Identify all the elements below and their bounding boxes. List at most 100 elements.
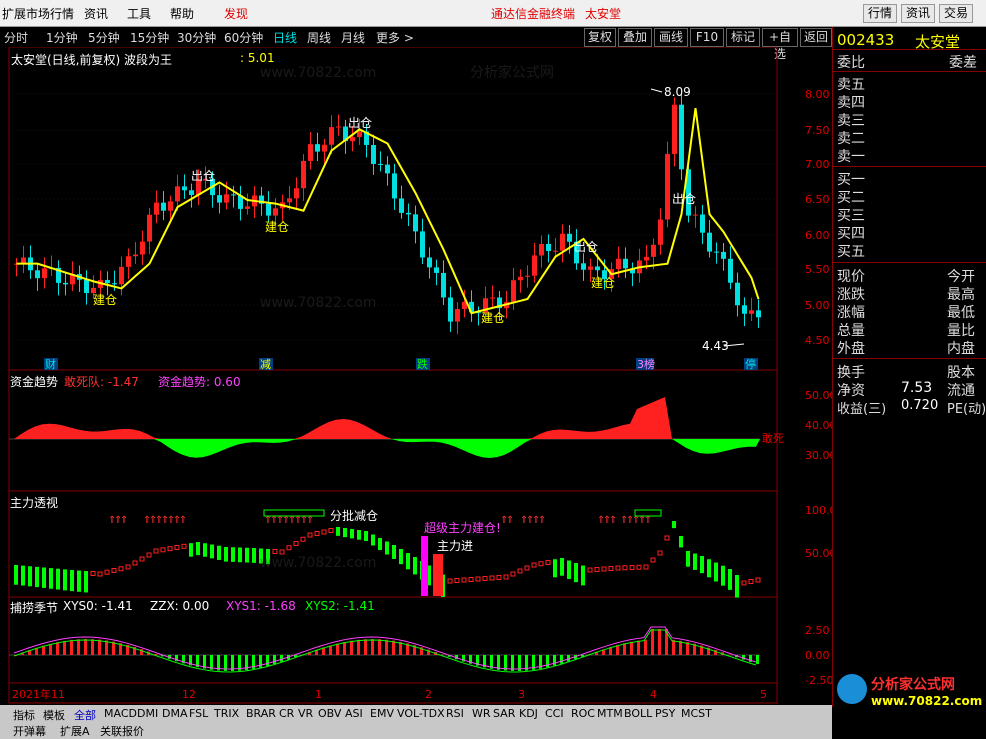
ind-tab[interactable]: VOL-TDX — [397, 707, 445, 720]
bottom-tab[interactable]: 开弹幕 — [13, 723, 46, 739]
ind-tab[interactable]: CR — [279, 707, 294, 720]
btn-quote[interactable]: 行情 — [863, 4, 897, 23]
main-force-bar — [279, 549, 285, 555]
ind-tab[interactable]: DMA — [162, 707, 188, 720]
tab-month[interactable]: 月线 — [341, 29, 365, 46]
season-bar — [623, 643, 626, 655]
main-force-bar — [622, 565, 628, 571]
date-tick: 2 — [425, 688, 432, 701]
ind-tab[interactable]: 模板 — [43, 707, 65, 723]
annot-jiancang: 建仓 — [93, 293, 117, 307]
ind-tab[interactable]: CCI — [545, 707, 564, 720]
ind-tab[interactable]: WR — [472, 707, 491, 720]
stat-label: 最高 — [947, 287, 975, 303]
main-force-bar — [413, 557, 417, 575]
main-force-bar — [664, 535, 670, 541]
ind-tab[interactable]: RSI — [446, 707, 464, 720]
candle-body — [672, 104, 677, 154]
ind-tab[interactable]: SAR — [493, 707, 515, 720]
ind-tab[interactable]: 全部 — [74, 707, 96, 723]
ind-tab[interactable]: PSY — [655, 707, 675, 720]
ind-tab[interactable]: BRAR — [246, 707, 276, 720]
stat-label: 内盘 — [947, 341, 975, 357]
ind-tab[interactable]: VR — [298, 707, 313, 720]
ind-tab[interactable]: DMI — [137, 707, 158, 720]
tab-30min[interactable]: 30分钟 — [177, 29, 216, 46]
btn-trade[interactable]: 交易 — [939, 4, 973, 23]
date-tick: 5 — [760, 688, 767, 701]
bottom-tab[interactable]: 扩展A — [60, 723, 90, 739]
main-force-bar — [378, 538, 382, 550]
main-force-bar — [560, 558, 564, 576]
candle-body — [329, 127, 334, 145]
season-bar — [378, 639, 381, 655]
ind-tab[interactable]: MCST — [681, 707, 712, 720]
season-bar — [637, 640, 640, 655]
main-force-bar — [328, 528, 334, 533]
menu-market[interactable]: 扩展市场行情 — [2, 5, 74, 22]
btn-fuquan[interactable]: 复权 — [584, 28, 616, 47]
ind-tab[interactable]: EMV — [370, 707, 394, 720]
candle-body — [455, 309, 460, 322]
main-force-bar — [636, 564, 642, 570]
tab-more[interactable]: 更多 > — [376, 29, 414, 46]
main-force-bar — [343, 528, 347, 538]
ind-tab[interactable]: ASI — [345, 707, 363, 720]
main-force-bar — [238, 547, 242, 563]
main-force-bar — [174, 545, 180, 550]
tab-60min[interactable]: 60分钟 — [224, 29, 263, 46]
ind-tab[interactable]: 指标 — [13, 707, 35, 723]
ind-tab[interactable]: TRIX — [214, 707, 239, 720]
btn-news[interactable]: 资讯 — [901, 4, 935, 23]
menu-discover[interactable]: 发现 — [224, 5, 248, 22]
high-pointer — [650, 88, 663, 93]
candle-body — [518, 276, 523, 281]
tab-5min[interactable]: 5分钟 — [88, 29, 120, 46]
btn-f10[interactable]: F10 — [690, 28, 724, 47]
btn-biaoji[interactable]: 标记 — [726, 28, 760, 47]
divider — [833, 358, 986, 359]
main-force-bar — [189, 543, 193, 557]
season-bar — [616, 645, 619, 655]
ind-tab[interactable]: BOLL — [624, 707, 652, 720]
menu-news[interactable]: 资讯 — [84, 5, 108, 22]
btn-diejia[interactable]: 叠加 — [618, 28, 652, 47]
ind-tab[interactable]: ROC — [571, 707, 595, 720]
main-force-bar — [454, 578, 460, 583]
main-force-bar — [475, 576, 481, 582]
bottom-tab[interactable]: 关联报价 — [100, 723, 144, 739]
btn-huaxian[interactable]: 画线 — [654, 28, 688, 47]
tab-day[interactable]: 日线 — [273, 29, 297, 46]
candle-body — [357, 131, 362, 138]
bottom-tab-bar: 开弹幕 扩展A 关联报价 — [0, 723, 832, 739]
main-force-bar — [482, 576, 488, 581]
ind-tab[interactable]: OBV — [318, 707, 341, 720]
stat-label: 涨幅 — [837, 305, 865, 321]
menu-help[interactable]: 帮助 — [170, 5, 194, 22]
annot-jiancang: 建仓 — [481, 311, 505, 325]
p2-side-label: 敢死 — [762, 431, 784, 445]
candle-body — [413, 214, 418, 232]
tab-week[interactable]: 周线 — [307, 29, 331, 46]
price-tick: 7.00 — [805, 158, 830, 171]
tab-15min[interactable]: 15分钟 — [130, 29, 169, 46]
ind-tab[interactable]: FSL — [189, 707, 208, 720]
panel4-xys1: XYS1: -1.68 — [226, 599, 296, 613]
season-bar — [371, 639, 374, 655]
season-bar — [364, 639, 367, 655]
main-force-bar — [364, 531, 368, 541]
menu-tools[interactable]: 工具 — [127, 5, 151, 22]
ind-tab[interactable]: MTM — [597, 707, 623, 720]
fund-trend-red — [14, 397, 760, 439]
main-force-bar — [553, 559, 557, 578]
btn-zixuan[interactable]: +自选 — [762, 28, 798, 61]
candle-body — [546, 244, 551, 252]
ind-tab[interactable]: KDJ — [519, 707, 538, 720]
tab-fenshi[interactable]: 分时 — [4, 29, 28, 46]
buy-level: 买一 — [837, 172, 865, 188]
candle-body — [63, 282, 68, 285]
btn-back[interactable]: 返回 — [800, 28, 832, 47]
ind-tab[interactable]: MACD — [104, 707, 137, 720]
tab-1min[interactable]: 1分钟 — [46, 29, 78, 46]
watermark: www.70822.com — [260, 555, 376, 571]
